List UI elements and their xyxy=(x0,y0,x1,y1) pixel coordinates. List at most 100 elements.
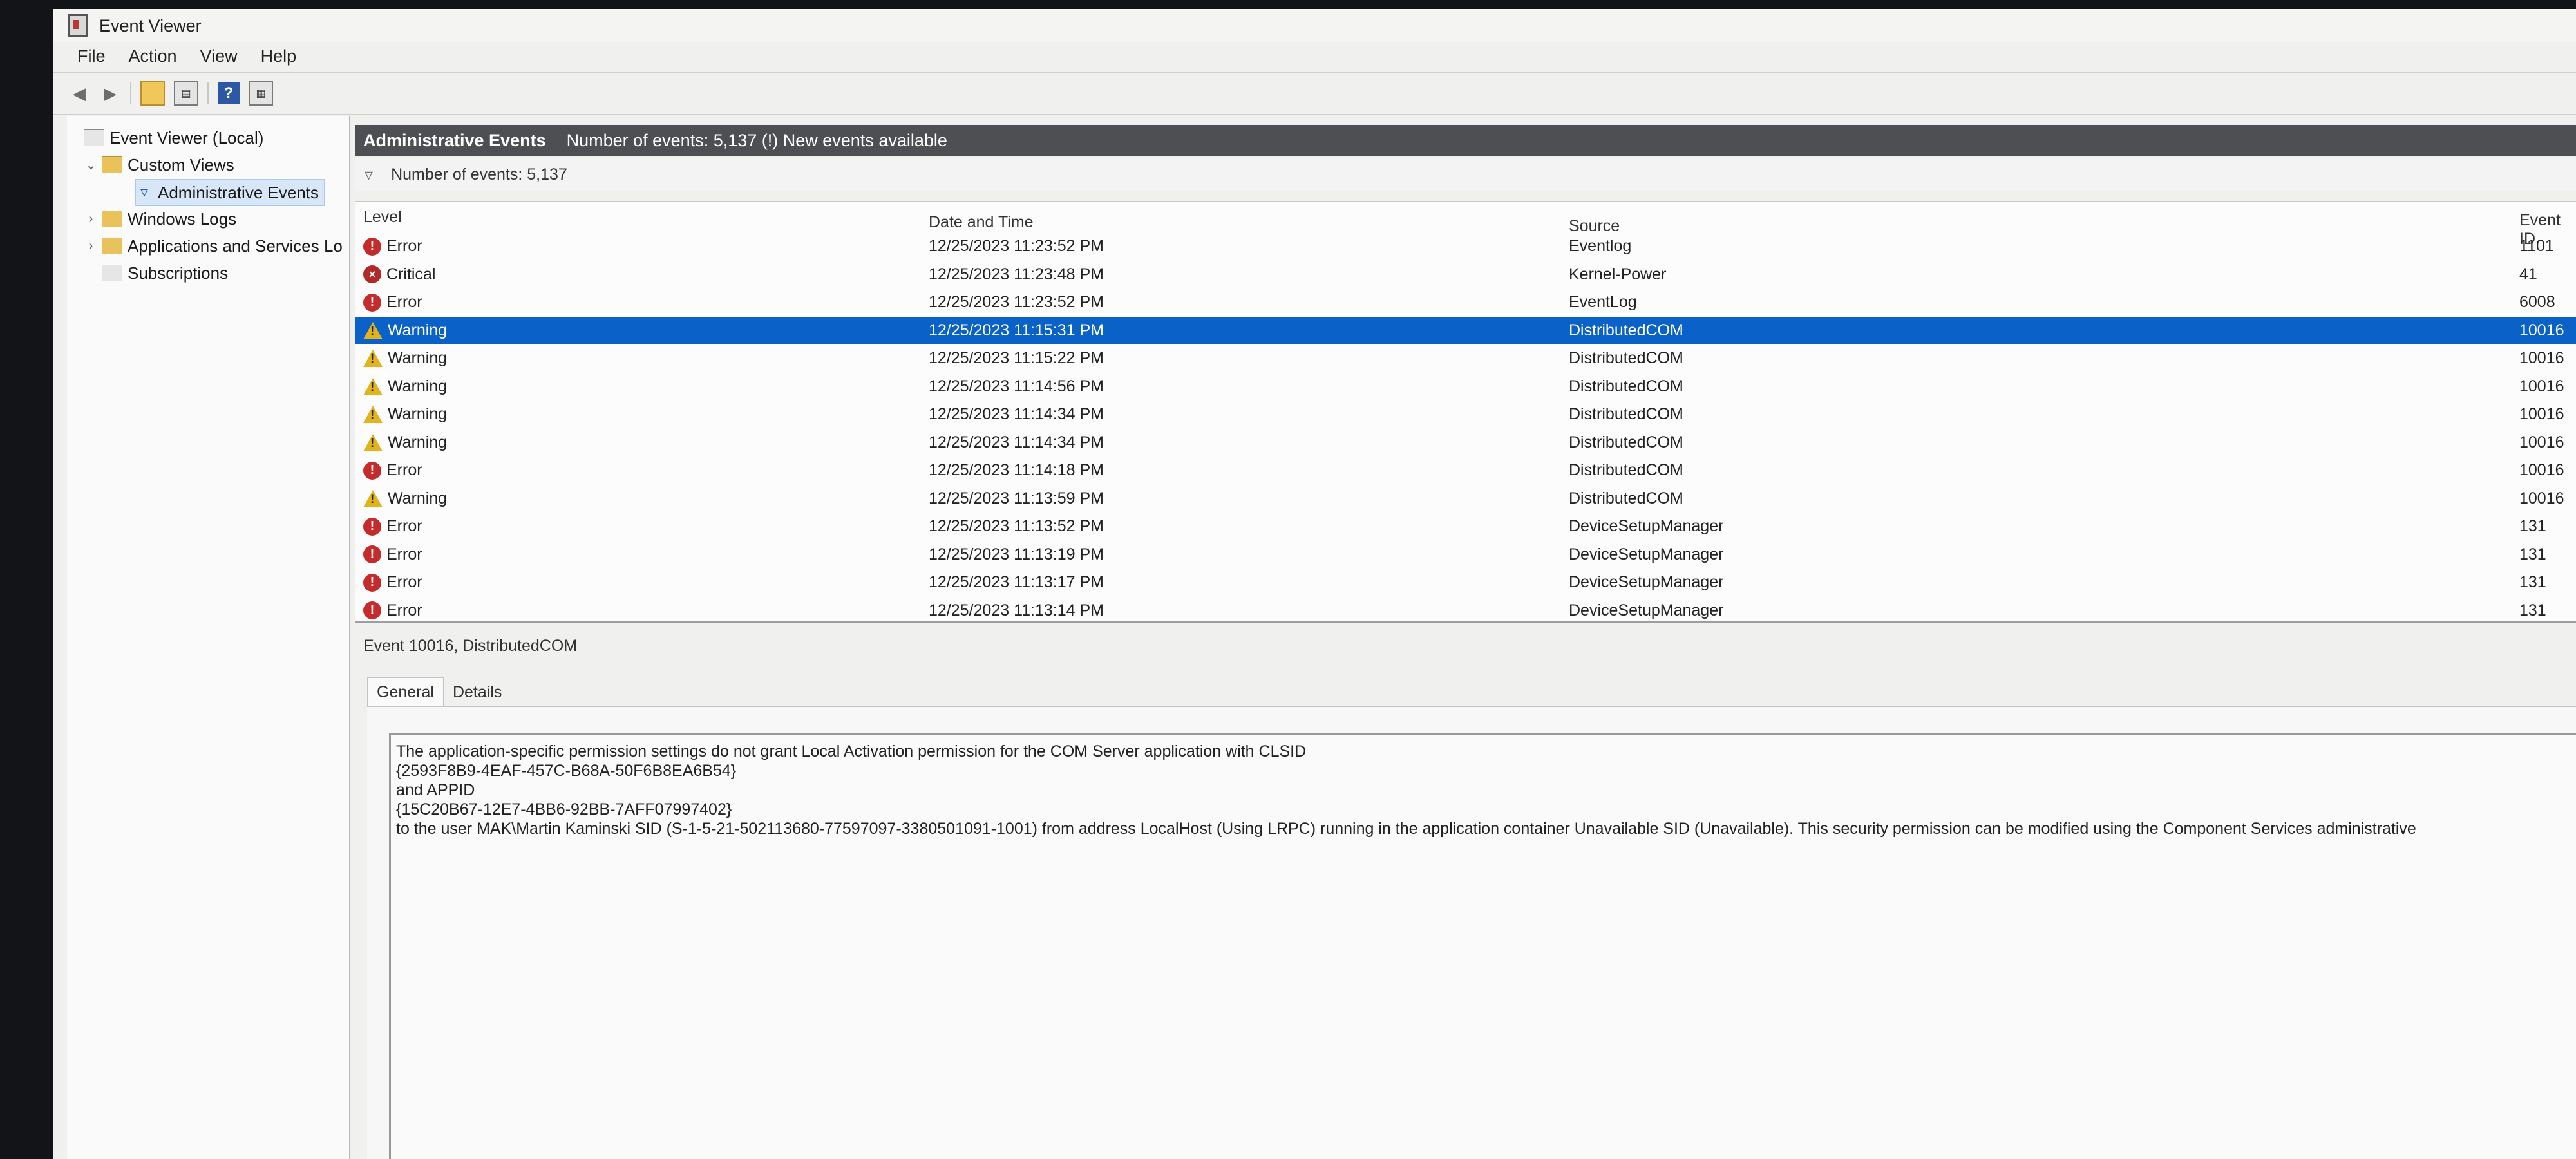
source-cell: EventLog xyxy=(1569,293,1637,311)
event-id-cell: 10016 xyxy=(2519,433,2564,451)
error-icon: ! xyxy=(363,293,381,312)
folder-icon xyxy=(102,211,122,227)
warning-icon xyxy=(363,489,383,507)
table-row[interactable]: ! Error 12/25/2023 11:23:52 PM EventLog 6008 xyxy=(355,288,2576,316)
event-id-cell: 6008 xyxy=(2519,293,2555,311)
datetime-cell: 12/25/2023 11:23:52 PM xyxy=(929,237,1104,255)
source-cell: DistributedCOM xyxy=(1569,349,1683,367)
computer-icon xyxy=(84,129,104,146)
toolbar: ◀ ▶ ▤ ? ▦ xyxy=(53,72,2576,115)
table-row[interactable]: Warning 12/25/2023 11:13:59 PM Distributed… xyxy=(355,485,2576,513)
level-cell: × Critical xyxy=(363,261,435,288)
table-row[interactable]: ! Error 12/25/2023 11:13:17 PM DeviceSetupM… xyxy=(355,569,2576,596)
level-label: Critical xyxy=(386,265,436,283)
event-viewer-app-icon xyxy=(68,14,88,37)
table-row[interactable]: Warning 12/25/2023 11:14:56 PM Distributed… xyxy=(355,373,2576,400)
datetime-cell: 12/25/2023 11:14:56 PM xyxy=(929,377,1104,395)
table-row[interactable]: Warning 12/25/2023 11:14:34 PM Distributed… xyxy=(355,400,2576,428)
event-id-cell: 131 xyxy=(2519,517,2546,535)
chevron-right-icon[interactable]: › xyxy=(84,212,98,227)
event-id-cell: 10016 xyxy=(2519,321,2564,339)
description-line: {2593F8B9-4EAF-457C-B68A-50F6B8EA6B54} xyxy=(396,762,737,780)
level-cell: Warning xyxy=(363,373,447,400)
datetime-cell: 12/25/2023 11:13:17 PM xyxy=(929,573,1104,591)
menu-file[interactable]: File xyxy=(77,46,106,66)
level-label: Warning xyxy=(388,433,448,451)
event-count-status[interactable]: Number of events: 5,137 (!) New events a… xyxy=(567,131,947,151)
source-cell: DeviceSetupManager xyxy=(1569,545,1724,563)
datetime-cell: 12/25/2023 11:13:14 PM xyxy=(929,601,1104,619)
level-cell: Warning xyxy=(363,400,447,428)
level-cell: ! Error xyxy=(363,569,422,596)
source-cell: DistributedCOM xyxy=(1569,405,1683,423)
warning-icon xyxy=(363,433,383,451)
datetime-cell: 12/25/2023 11:13:52 PM xyxy=(929,517,1104,535)
view-title: Administrative Events xyxy=(363,130,546,150)
tree-item-applications-services[interactable]: › Applications and Services Lo xyxy=(84,233,343,259)
table-row[interactable]: ! Error 12/25/2023 11:13:14 PM DeviceSetupM… xyxy=(355,597,2576,622)
menu-view[interactable]: View xyxy=(200,46,238,66)
error-icon: ! xyxy=(363,461,381,480)
event-description-box[interactable]: The application-specific permission sett… xyxy=(389,733,2576,1159)
datetime-cell: 12/25/2023 11:14:34 PM xyxy=(929,405,1104,423)
level-cell: ! Error xyxy=(363,457,422,484)
column-header-level[interactable]: Level xyxy=(363,202,402,232)
tree-item-custom-views[interactable]: ⌄ Custom Views xyxy=(84,152,234,178)
tree-item-subscriptions[interactable]: Subscriptions xyxy=(102,260,228,286)
filter-icon: ▿ xyxy=(140,184,149,201)
detail-tabs: General Details xyxy=(367,676,511,707)
error-icon: ! xyxy=(363,573,381,592)
menu-help[interactable]: Help xyxy=(261,46,297,66)
description-line: and APPID xyxy=(396,781,475,799)
folder-up-icon[interactable] xyxy=(140,81,165,106)
table-row[interactable]: ! Error 12/25/2023 11:14:18 PM DistributedC… xyxy=(355,457,2576,484)
datetime-cell: 12/25/2023 11:14:34 PM xyxy=(929,433,1104,451)
event-detail-title: Event 10016, DistributedCOM xyxy=(363,636,578,655)
title-bar: Event Viewer xyxy=(53,0,2576,42)
datetime-cell: 12/25/2023 11:13:59 PM xyxy=(929,489,1104,507)
table-row[interactable]: ! Error 12/25/2023 11:13:19 PM DeviceSetupM… xyxy=(355,541,2576,569)
description-line: The application-specific permission sett… xyxy=(396,742,1307,760)
help-icon[interactable]: ? xyxy=(218,82,240,104)
tree-item-administrative-events[interactable]: ▿ Administrative Events xyxy=(135,179,325,206)
tab-details[interactable]: Details xyxy=(444,678,511,707)
tree-item-label: Administrative Events xyxy=(158,182,319,202)
table-row[interactable]: Warning 12/25/2023 11:14:34 PM Distributed… xyxy=(355,429,2576,457)
back-arrow-icon[interactable]: ◀ xyxy=(68,82,90,104)
level-cell: ! Error xyxy=(363,288,422,316)
toolbar-divider xyxy=(130,82,131,104)
level-label: Error xyxy=(386,517,422,535)
filter-count-text: Number of events: 5,137 xyxy=(391,165,567,184)
table-row[interactable]: Warning 12/25/2023 11:15:31 PM Distributed… xyxy=(355,316,2576,344)
table-row[interactable]: × Critical 12/25/2023 11:23:48 PM Kernel-Po… xyxy=(355,261,2576,288)
level-cell: ! Error xyxy=(363,597,422,622)
view-header-bar: Administrative Events Number of events: … xyxy=(355,125,2576,156)
tree-item-root[interactable]: Event Viewer (Local) xyxy=(84,125,263,151)
level-label: Warning xyxy=(388,377,448,395)
main-pane: Administrative Events Number of events: … xyxy=(355,116,2576,1159)
menu-action[interactable]: Action xyxy=(129,46,177,66)
level-cell: ! Error xyxy=(363,232,422,260)
error-icon: ! xyxy=(363,517,381,536)
source-cell: DistributedCOM xyxy=(1569,433,1683,451)
event-id-cell: 131 xyxy=(2519,545,2546,563)
level-label: Error xyxy=(386,461,422,479)
error-icon: ! xyxy=(363,545,381,563)
description-line: to the user MAK\Martin Kaminski SID (S-1… xyxy=(396,820,2416,838)
action-pane-icon[interactable]: ▦ xyxy=(249,81,273,106)
table-row[interactable]: ! Error 12/25/2023 11:23:52 PM Eventlog 1101 xyxy=(355,232,2576,260)
chevron-right-icon[interactable]: › xyxy=(84,239,98,254)
event-id-cell: 131 xyxy=(2519,573,2546,591)
table-row[interactable]: ! Error 12/25/2023 11:13:52 PM DeviceSetupM… xyxy=(355,513,2576,540)
forward-arrow-icon[interactable]: ▶ xyxy=(99,82,121,104)
datetime-cell: 12/25/2023 11:14:18 PM xyxy=(929,461,1104,479)
filter-bar: ▿ Number of events: 5,137 xyxy=(355,158,2576,191)
description-line: {15C20B67-12E7-4BB6-92BB-7AFF07997402} xyxy=(396,800,732,818)
table-row[interactable]: Warning 12/25/2023 11:15:22 PM Distributed… xyxy=(355,344,2576,372)
event-id-cell: 10016 xyxy=(2519,489,2564,507)
tree-item-windows-logs[interactable]: › Windows Logs xyxy=(84,206,236,232)
level-cell: Warning xyxy=(363,429,447,457)
show-hide-tree-icon[interactable]: ▤ xyxy=(174,81,198,106)
tab-general[interactable]: General xyxy=(367,677,444,707)
chevron-down-icon[interactable]: ⌄ xyxy=(84,157,98,173)
